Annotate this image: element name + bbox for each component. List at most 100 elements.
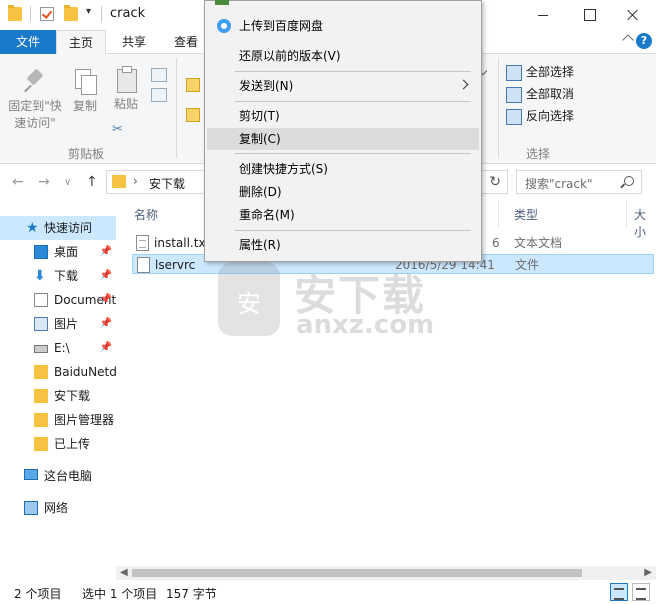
- copy-icon: [72, 68, 98, 95]
- context-menu: 上传到百度网盘 还原以前的版本(V) 发送到(N) 剪切(T) 复制(C) 创建…: [204, 0, 482, 262]
- menu-item-properties[interactable]: 属性(R): [207, 234, 479, 256]
- nav-item-pictures[interactable]: 图片 📌: [0, 312, 116, 336]
- pin-label-line1: 固定到"快: [8, 99, 62, 113]
- menu-item-label: 复制(C): [239, 132, 281, 146]
- breadcrumb-arrow[interactable]: ›: [133, 174, 138, 188]
- divider: [626, 200, 627, 228]
- nav-item-documents[interactable]: Documents 📌: [0, 288, 116, 312]
- select-none-button[interactable]: 全部取消: [506, 85, 574, 105]
- pin-icon: 📌: [99, 318, 112, 329]
- up-icon[interactable]: ↑: [86, 174, 98, 190]
- shield-icon: 安: [218, 262, 280, 336]
- column-header-name[interactable]: 名称: [134, 206, 158, 223]
- copy-label: 复制: [72, 99, 97, 113]
- nav-item-this-pc[interactable]: 这台电脑: [0, 464, 116, 488]
- menu-item-restore-versions[interactable]: 还原以前的版本(V): [207, 45, 479, 67]
- close-button[interactable]: [610, 0, 656, 30]
- paste-button[interactable]: 粘贴: [110, 66, 142, 113]
- menu-item-create-shortcut[interactable]: 创建快捷方式(S): [207, 158, 479, 180]
- tab-share[interactable]: 共享: [110, 30, 158, 54]
- scroll-right-icon[interactable]: ▶: [644, 567, 652, 578]
- search-input[interactable]: 搜索"crack": [516, 170, 642, 194]
- new-folder-icon[interactable]: [64, 5, 78, 21]
- tab-home[interactable]: 主页: [56, 30, 106, 55]
- back-icon[interactable]: ←: [12, 174, 24, 190]
- recent-locations-icon[interactable]: ∨: [64, 177, 71, 188]
- breadcrumb[interactable]: 安下载: [149, 175, 185, 192]
- properties-icon[interactable]: [40, 7, 54, 21]
- chevron-right-icon: [458, 79, 469, 90]
- nav-item-network[interactable]: 网络: [0, 496, 116, 520]
- large-icons-view-button[interactable]: [632, 583, 650, 601]
- search-placeholder: 搜索"crack": [525, 177, 593, 191]
- folder-icon[interactable]: [8, 5, 22, 21]
- selection-size: 157 字节: [166, 587, 217, 601]
- nav-item-label: 桌面: [54, 245, 79, 259]
- help-icon[interactable]: ?: [636, 33, 652, 49]
- collapse-ribbon-icon[interactable]: [622, 34, 634, 46]
- nav-item-anxiazai[interactable]: 安下载: [0, 384, 116, 408]
- nav-item-downloads[interactable]: ⬇ 下载 📌: [0, 264, 116, 288]
- minimize-button[interactable]: [520, 0, 566, 30]
- pin-icon: 📌: [99, 294, 112, 305]
- forward-icon[interactable]: →: [38, 174, 50, 190]
- menu-item-label: 删除(D): [239, 185, 282, 199]
- menu-item-send-to[interactable]: 发送到(N): [207, 75, 479, 97]
- network-icon: [24, 501, 38, 515]
- folder-icon: [34, 389, 48, 403]
- scroll-left-icon[interactable]: ◀: [120, 567, 128, 578]
- pin-label-line2: 速访问": [14, 116, 56, 130]
- nav-item-label: 网络: [44, 501, 69, 515]
- selection-count: 选中 1 个项目: [82, 587, 158, 601]
- nav-item-uploaded[interactable]: 已上传: [0, 432, 116, 456]
- menu-item-rename[interactable]: 重命名(M): [207, 204, 479, 226]
- pin-to-quick-access-button[interactable]: 固定到"快 速访问": [6, 68, 64, 132]
- paste-icon: [113, 66, 139, 93]
- details-view-button[interactable]: [610, 583, 628, 601]
- scroll-thumb[interactable]: [132, 569, 582, 577]
- file-name: lservrc: [155, 258, 196, 272]
- nav-item-quick-access[interactable]: ★ 快速访问: [0, 216, 116, 240]
- nav-item-desktop[interactable]: 桌面 📌: [0, 240, 116, 264]
- nav-item-baidunetdisk[interactable]: BaiduNetdisk: [0, 360, 116, 384]
- horizontal-scrollbar[interactable]: ◀ ▶: [116, 566, 656, 580]
- nav-item-picture-manager[interactable]: 图片管理器: [0, 408, 116, 432]
- pin-icon: 📌: [99, 270, 112, 281]
- column-header-type[interactable]: 类型: [514, 206, 538, 223]
- copy-path-icon[interactable]: [151, 68, 167, 82]
- menu-item-cut[interactable]: 剪切(T): [207, 105, 479, 127]
- refresh-icon[interactable]: ↻: [489, 174, 501, 190]
- menu-item-delete[interactable]: 删除(D): [207, 181, 479, 203]
- item-count: 2 个项目: [14, 587, 62, 601]
- cut-icon[interactable]: ✂: [112, 122, 123, 137]
- nav-item-label: E:\: [54, 341, 70, 355]
- nav-item-drive-e[interactable]: E:\ 📌: [0, 336, 116, 360]
- menu-item-upload-baidu[interactable]: 上传到百度网盘: [207, 15, 479, 37]
- menu-separator: [235, 71, 471, 72]
- download-icon: ⬇: [34, 268, 46, 284]
- quick-access-dropdown[interactable]: ▾: [86, 6, 91, 17]
- menu-item-copy[interactable]: 复制(C): [207, 128, 479, 150]
- divider: [101, 6, 102, 22]
- tab-view[interactable]: 查看: [162, 30, 210, 54]
- nav-item-label: 快速访问: [44, 221, 93, 235]
- search-icon[interactable]: [624, 176, 634, 186]
- copy-button[interactable]: 复制: [68, 68, 102, 115]
- computer-icon: [24, 469, 38, 480]
- select-all-button[interactable]: 全部选择: [506, 63, 574, 83]
- invert-selection-button[interactable]: 反向选择: [506, 107, 574, 127]
- paste-shortcut-icon[interactable]: [151, 88, 167, 102]
- file-type: 文件: [515, 258, 540, 272]
- status-bar: 2 个项目 选中 1 个项目 157 字节: [0, 580, 656, 604]
- drive-icon: [34, 345, 48, 353]
- copy-to-icon[interactable]: [186, 108, 200, 122]
- document-icon: [34, 293, 48, 307]
- menu-separator: [235, 230, 471, 231]
- move-to-icon[interactable]: [186, 78, 200, 92]
- nav-item-label: 下载: [54, 269, 79, 283]
- divider: [176, 58, 177, 158]
- maximize-button[interactable]: [566, 0, 612, 30]
- tab-file[interactable]: 文件: [0, 30, 56, 54]
- watermark: 安 安下载 anxz.com: [218, 262, 438, 344]
- nav-item-label: 已上传: [54, 437, 91, 451]
